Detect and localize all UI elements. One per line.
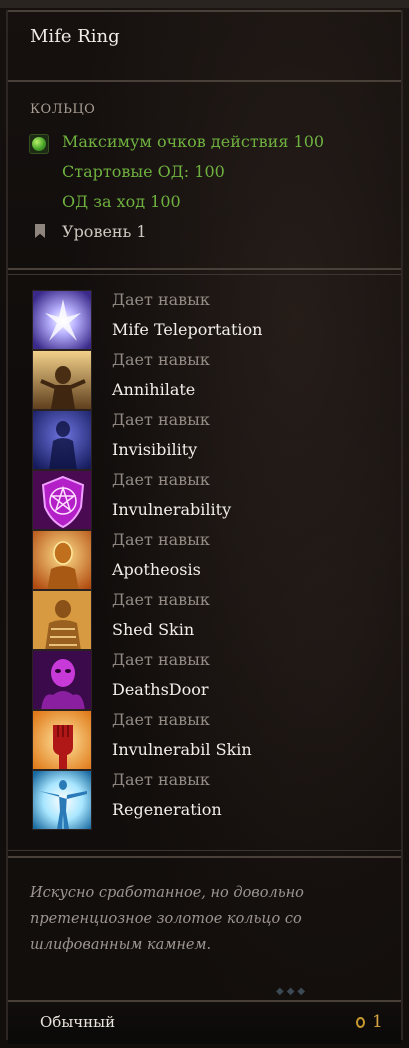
item-level: Уровень 1 — [62, 222, 147, 241]
item-price: 1 — [372, 1012, 383, 1032]
invisibility-icon — [32, 410, 92, 470]
footer-divider — [8, 1000, 401, 1002]
gold-coin-icon — [356, 1017, 365, 1028]
frame-right — [401, 10, 403, 1040]
frame-top — [8, 10, 401, 12]
decorative-dots: ◆◆◆ — [276, 986, 309, 997]
skill-name: Mife Teleportation — [112, 320, 263, 339]
item-description: Искусно сработанное, но довольно претенц… — [30, 885, 304, 953]
skill-name: Invulnerability — [112, 500, 232, 519]
skill-row[interactable]: Дает навык Shed Skin — [32, 590, 392, 650]
pentagram-shield-icon — [32, 470, 92, 530]
skill-source: Дает навык — [112, 590, 210, 609]
top-edge — [0, 0, 409, 8]
item-tooltip: Mife Ring КОЛЬЦО Максимум очков действия… — [0, 0, 409, 1048]
skill-name: Invulnerabil Skin — [112, 740, 252, 759]
skill-source: Дает навык — [112, 290, 210, 309]
skill-source: Дает навык — [112, 530, 210, 549]
item-rarity: Обычный — [40, 1013, 116, 1031]
item-title: Mife Ring — [30, 26, 120, 47]
skill-source: Дает навык — [112, 710, 210, 729]
skill-row[interactable]: Дает навык Invulnerability — [32, 470, 392, 530]
frame-left — [6, 10, 8, 1040]
skill-name: Invisibility — [112, 440, 198, 459]
skill-row[interactable]: Дает навык Invulnerabil Skin — [32, 710, 392, 770]
skill-name: Annihilate — [112, 380, 196, 399]
skill-row[interactable]: Дает навык Mife Teleportation — [32, 290, 392, 350]
item-category: КОЛЬЦО — [30, 102, 96, 117]
green-orb-icon — [29, 134, 49, 154]
skill-source: Дает навык — [112, 470, 210, 489]
stat-start-ap: Стартовые ОД: 100 — [62, 162, 225, 181]
apotheosis-icon — [32, 530, 92, 590]
stat-ap-per-turn: ОД за ход 100 — [62, 192, 181, 211]
skill-name: Regeneration — [112, 800, 222, 819]
skill-row[interactable]: Дает навык Invisibility — [32, 410, 392, 470]
bookmark-icon — [35, 224, 45, 238]
skills-divider — [8, 850, 401, 851]
skill-source: Дает навык — [112, 410, 210, 429]
shed-skin-icon — [32, 590, 92, 650]
deaths-door-icon — [32, 650, 92, 710]
teleport-icon — [32, 290, 92, 350]
annihilate-icon — [32, 350, 92, 410]
skill-row[interactable]: Дает навык Apotheosis — [32, 530, 392, 590]
skill-row[interactable]: Дает навык DeathsDoor — [32, 650, 392, 710]
skill-source: Дает навык — [112, 650, 210, 669]
stats-divider — [8, 268, 401, 270]
fist-icon — [32, 710, 92, 770]
skills-divider-strong — [8, 856, 401, 858]
stat-max-ap: Максимум очков действия 100 — [62, 132, 325, 151]
skill-row[interactable]: Дает навык Annihilate — [32, 350, 392, 410]
skill-row[interactable]: Дает навык Regeneration — [32, 770, 392, 830]
skill-name: Apotheosis — [112, 560, 201, 579]
skill-name: DeathsDoor — [112, 680, 209, 699]
skill-name: Shed Skin — [112, 620, 195, 639]
skill-source: Дает навык — [112, 770, 210, 789]
regeneration-icon — [32, 770, 92, 830]
title-divider — [8, 80, 401, 82]
stats-divider-inner — [8, 274, 401, 275]
skill-source: Дает навык — [112, 350, 210, 369]
